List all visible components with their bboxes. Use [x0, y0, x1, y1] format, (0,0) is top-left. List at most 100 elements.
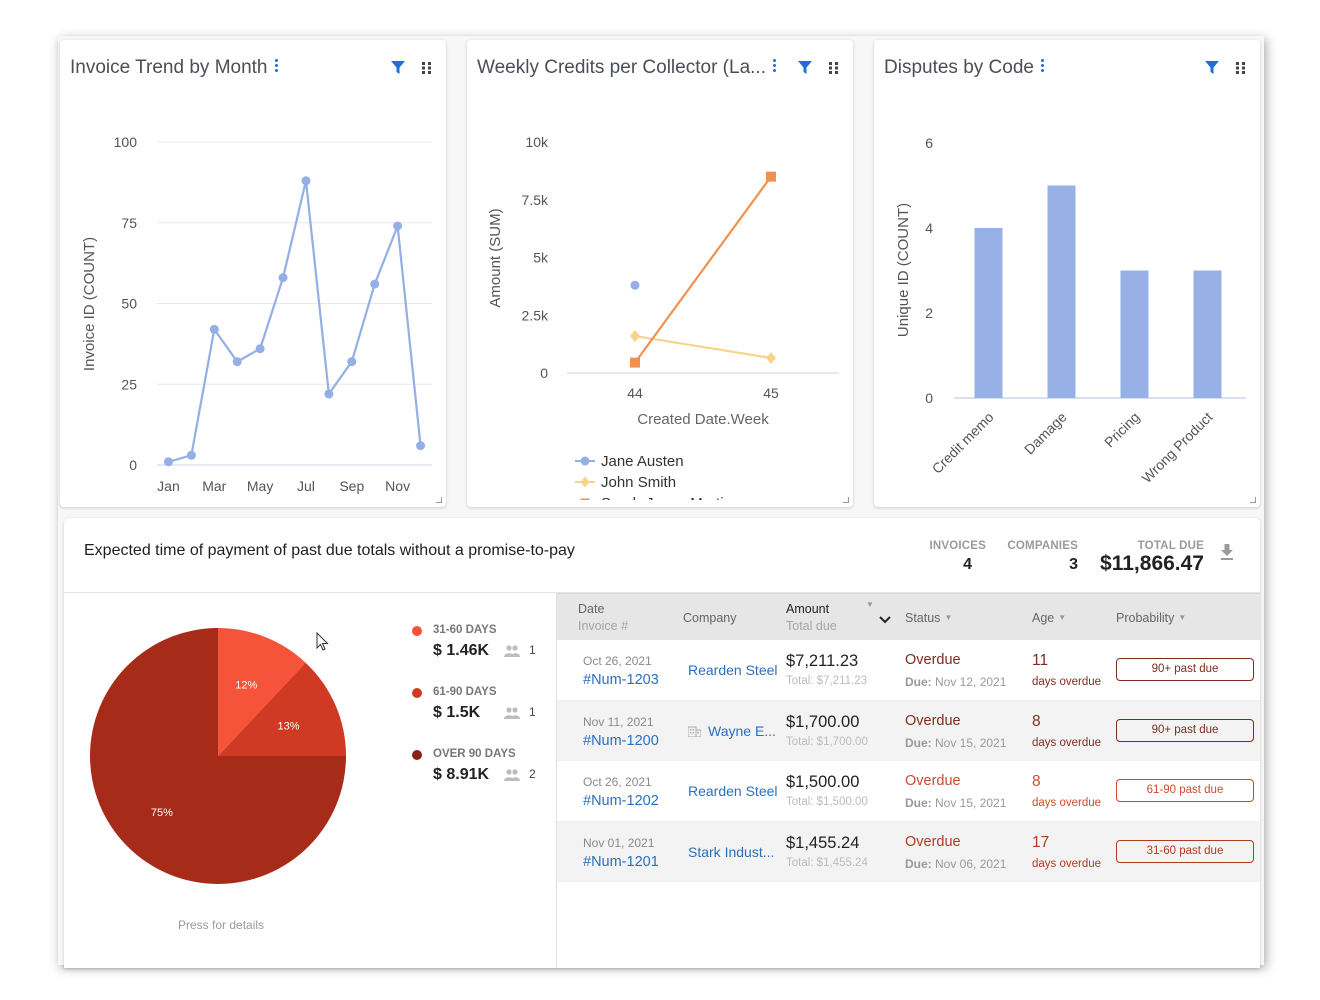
invoice-number-link[interactable]: #Num-1202: [583, 793, 659, 809]
y-tick-label: 50: [121, 296, 137, 312]
age-label: days overdue: [1032, 736, 1102, 749]
resize-handle-icon[interactable]: [436, 497, 442, 503]
company-name: Rearden Steel: [688, 662, 778, 678]
drag-grip-icon[interactable]: [1236, 62, 1246, 74]
invoice-date: Nov 11, 2021: [583, 714, 654, 729]
bar: [1120, 270, 1149, 398]
pie-slice-label: 13%: [277, 720, 299, 732]
x-tick-label: Sep: [339, 478, 364, 494]
filter-caret-icon: ▼: [944, 613, 953, 622]
probability-badge[interactable]: 90+ past due: [1116, 718, 1254, 742]
company-link[interactable]: Wayne E...: [688, 723, 776, 739]
column-header-date[interactable]: Date Invoice #: [578, 602, 628, 633]
legend-label: Jane Austen: [601, 453, 684, 470]
invoice-number-link[interactable]: #Num-1200: [583, 733, 659, 749]
download-icon[interactable]: [1220, 544, 1234, 560]
column-header-company[interactable]: Company: [683, 611, 737, 625]
x-tick-label: Nov: [385, 478, 410, 494]
y-tick-label: 6: [925, 135, 933, 151]
kebab-menu-icon[interactable]: [772, 58, 778, 74]
company-name: Rearden Steel: [688, 783, 778, 799]
press-for-details-link[interactable]: Press for details: [178, 918, 264, 932]
filter-icon[interactable]: [1205, 61, 1219, 75]
invoice-trend-chart: 0255075100JanMarMayJulSepNovCreated Date…: [81, 134, 432, 494]
weekly-credits-chart: 0 2.5k 5k 7.5k 10k 44 45 Created Date.Week Amoun…: [487, 134, 839, 500]
data-point: [766, 351, 776, 364]
people-icon: [504, 707, 520, 719]
widget-title: Expected time of payment of past due tot…: [84, 542, 575, 559]
y-tick-label: 0: [925, 390, 933, 406]
legend-label: John Smith: [601, 474, 676, 491]
y-tick-label: 7.5k: [522, 192, 549, 208]
sort-chevron-down-icon[interactable]: [879, 616, 891, 624]
table-row[interactable]: Nov 11, 2021 #Num-1200 Wayne E... $1,700.00…: [557, 700, 1260, 761]
data-point: [186, 450, 196, 460]
x-axis-title: Created Date.Week: [637, 411, 769, 428]
status-label: Overdue: [905, 833, 961, 850]
data-point: [630, 357, 640, 368]
kebab-menu-icon[interactable]: [1040, 58, 1046, 74]
due-date: Due: Nov 15, 2021: [905, 735, 1007, 750]
amount-filter-caret-icon[interactable]: ▼: [866, 600, 874, 609]
table-row[interactable]: Oct 26, 2021 #Num-1203 Rearden Steel $7,211…: [557, 640, 1260, 701]
drag-grip-icon[interactable]: [829, 62, 839, 74]
filter-icon[interactable]: [391, 61, 405, 75]
data-point: [370, 279, 380, 289]
invoice-number-link[interactable]: #Num-1201: [583, 854, 659, 870]
due-date: Due: Nov 06, 2021: [905, 856, 1007, 871]
pie-slice-label: 75%: [151, 807, 173, 819]
column-header-amount[interactable]: Amount Total due: [786, 602, 837, 633]
data-point: [209, 324, 219, 334]
people-icon: [504, 769, 520, 781]
drag-grip-icon[interactable]: [422, 62, 432, 74]
y-axis-title: Amount (SUM): [487, 208, 504, 307]
filter-icon[interactable]: [798, 61, 812, 75]
probability-badge[interactable]: 61-90 past due: [1116, 779, 1254, 802]
invoice-date: Oct 26, 2021: [583, 654, 652, 668]
age-days: 8: [1032, 773, 1041, 790]
disputes-chart: 0 2 4 6 Credit memo Damage PricingWrong Produc…: [895, 135, 1246, 486]
company-link[interactable]: Rearden Steel: [688, 783, 778, 799]
age-label: days overdue: [1032, 857, 1102, 870]
legend-item-over-90[interactable]: OVER 90 DAYS $ 8.91K 2: [412, 748, 542, 810]
invoice-amount: $1,500.00: [786, 773, 860, 791]
x-tick-label: Jul: [297, 478, 315, 494]
legend-item-61-90[interactable]: 61-90 DAYS $ 1.5K 1: [412, 686, 542, 748]
y-tick-label: 2: [925, 305, 933, 321]
aging-legend: 31-60 DAYS $ 1.46K 1 61-90 DAYS $ 1.5K 1…: [412, 624, 542, 810]
bar: [974, 228, 1003, 398]
aging-pie-chart[interactable]: 12% 13% 75%: [88, 626, 348, 886]
y-axis-title: Unique ID (COUNT): [895, 203, 912, 337]
widget-title: Invoice Trend by Month: [70, 57, 280, 79]
kpi-total-due: TOTAL DUE $11,866.47: [1100, 540, 1204, 575]
legend-item-31-60[interactable]: 31-60 DAYS $ 1.46K 1: [412, 624, 542, 686]
invoice-amount: $1,700.00: [786, 712, 860, 731]
probability-badge[interactable]: 31-60 past due: [1116, 839, 1254, 863]
y-axis-title: Invoice ID (COUNT): [81, 237, 98, 371]
status-label: Overdue: [905, 712, 961, 729]
age-days: 11: [1032, 652, 1049, 669]
resize-handle-icon[interactable]: [843, 497, 849, 503]
table-row[interactable]: Oct 26, 2021 #Num-1202 Rearden Steel $1,500…: [557, 761, 1260, 822]
x-tick-label: Wrong Product: [1138, 409, 1215, 486]
legend-dot: [412, 750, 422, 760]
table-row[interactable]: Nov 01, 2021 #Num-1201 Stark Indust... $1,4…: [557, 821, 1260, 882]
table-body: Oct 26, 2021 #Num-1203 Rearden Steel $7,211…: [557, 640, 1260, 882]
probability-badge[interactable]: 90+ past due: [1116, 658, 1254, 681]
data-point: [324, 389, 334, 399]
column-header-probability[interactable]: Probability ▼: [1116, 611, 1186, 625]
invoice-number-link[interactable]: #Num-1203: [583, 672, 659, 688]
kebab-menu-icon[interactable]: [274, 58, 280, 74]
resize-handle-icon[interactable]: [1250, 497, 1256, 503]
column-header-age[interactable]: Age ▼: [1032, 611, 1066, 625]
invoice-total: Total: $1,700.00: [786, 735, 868, 748]
age-label: days overdue: [1032, 797, 1102, 809]
x-tick-label: Jan: [157, 478, 180, 494]
disputes-widget: Disputes by Code 0 2 4 6 Credit memo Damage Pr…: [874, 40, 1260, 507]
company-link[interactable]: Stark Indust...: [688, 844, 774, 860]
company-link[interactable]: Rearden Steel: [688, 662, 778, 678]
bar: [1193, 270, 1222, 398]
x-tick-label: 45: [763, 385, 779, 401]
data-point: [163, 457, 173, 467]
column-header-status[interactable]: Status ▼: [905, 611, 952, 625]
